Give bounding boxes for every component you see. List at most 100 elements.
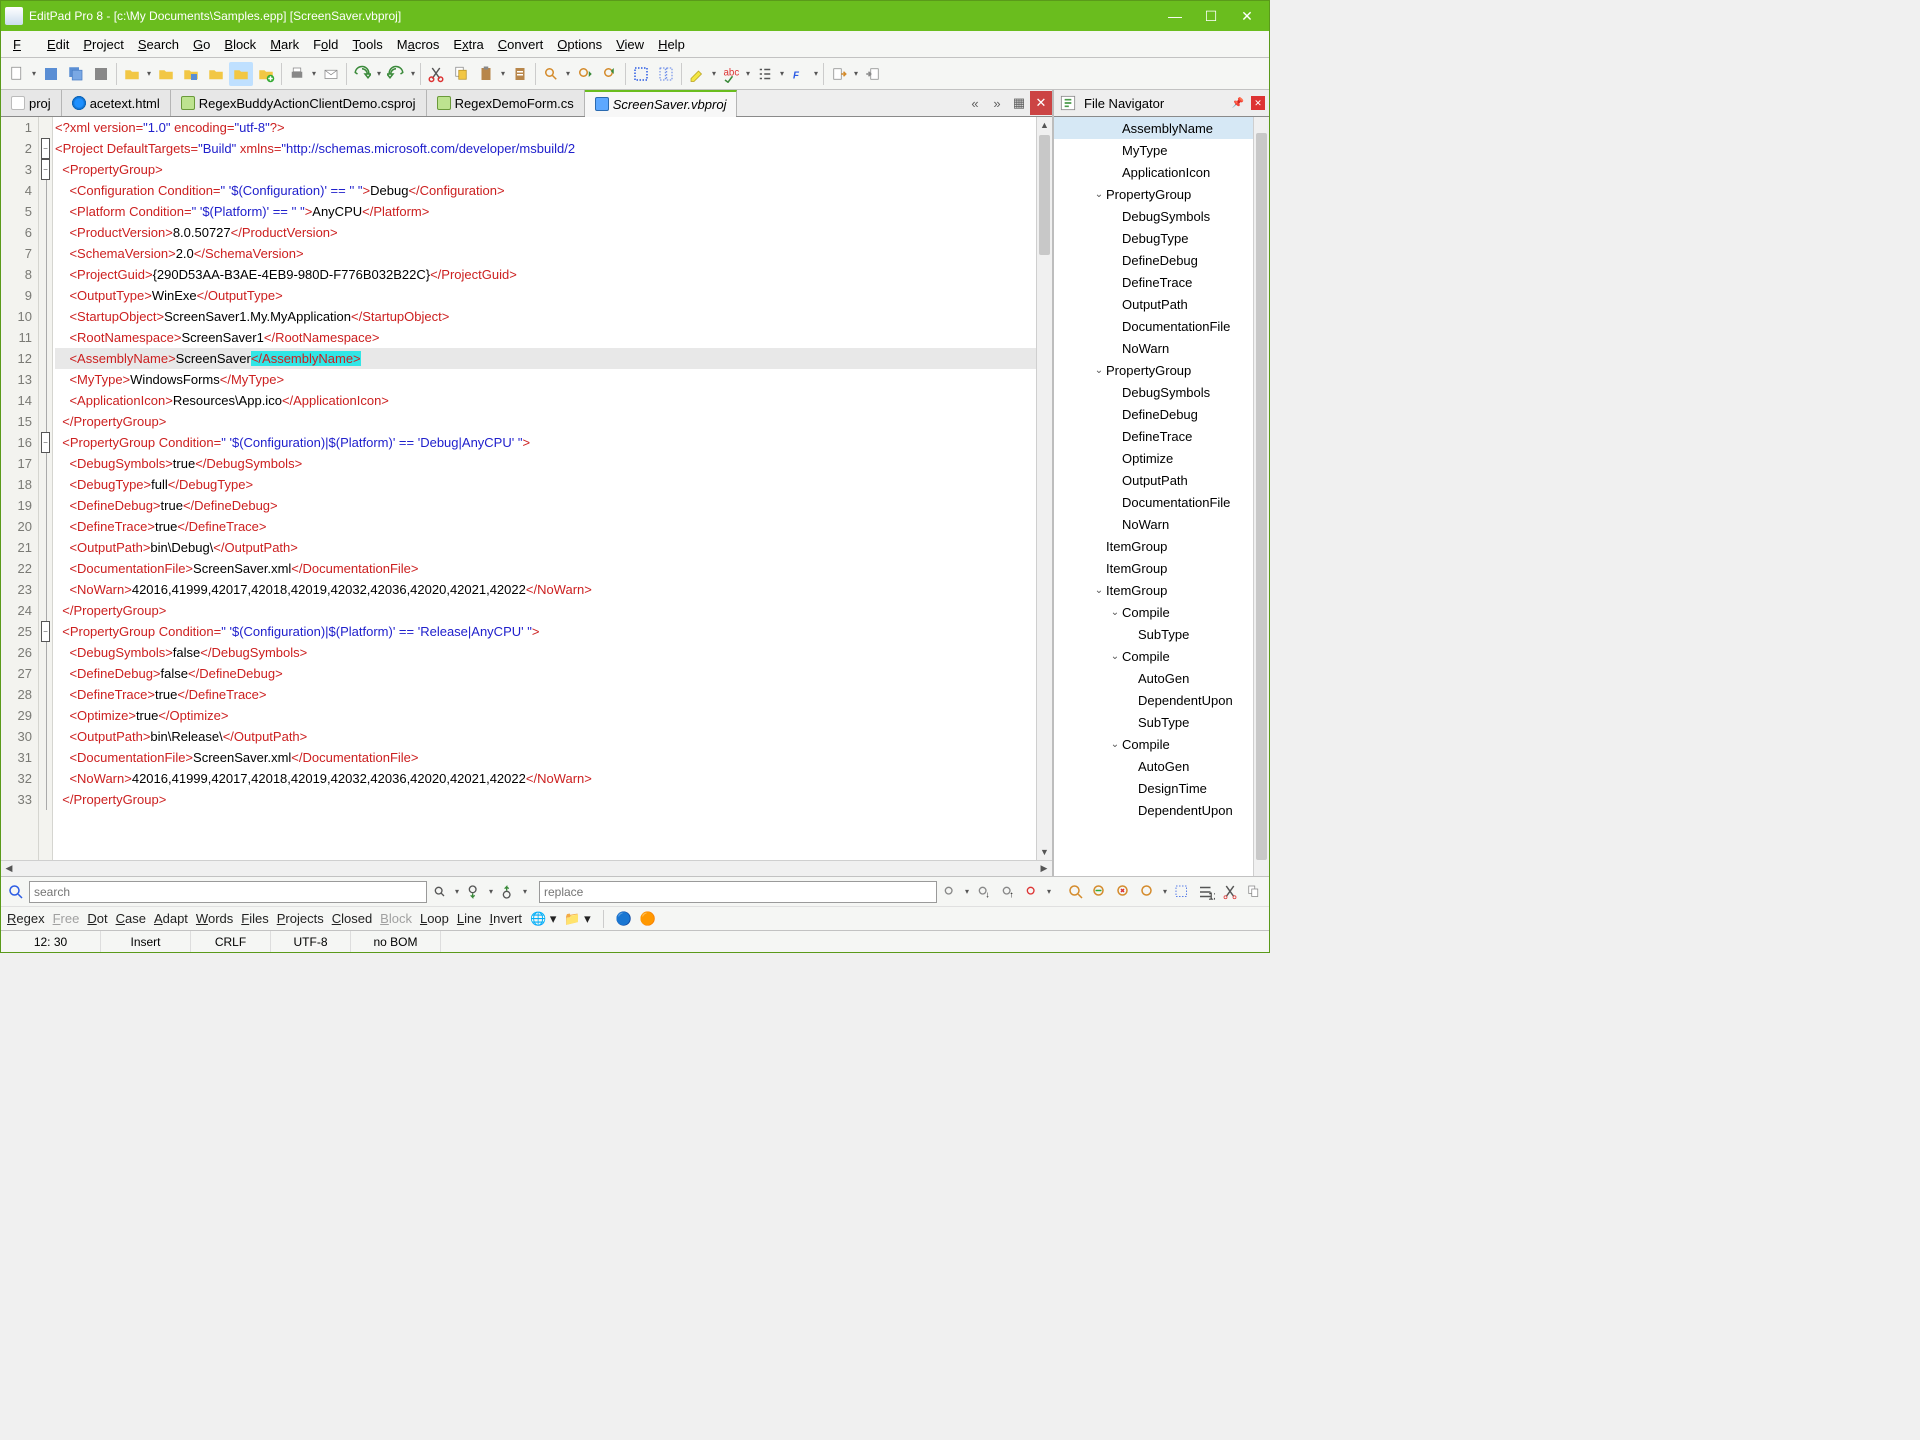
search-folder-icon[interactable]: 📁 ▾ <box>564 911 590 927</box>
status-line-ending[interactable]: CRLF <box>191 931 271 952</box>
replace-input[interactable] <box>539 881 937 903</box>
option-free[interactable]: Free <box>53 911 80 926</box>
tab-scroll-left-icon[interactable]: « <box>964 91 986 115</box>
dropdown-icon[interactable]: ▾ <box>145 69 153 78</box>
replace-all-icon[interactable] <box>1021 881 1043 903</box>
dropdown-icon[interactable]: ▾ <box>812 69 820 78</box>
tree-item[interactable]: ⌄Compile <box>1054 645 1253 667</box>
font-icon[interactable]: F <box>787 62 811 86</box>
folder-icon[interactable] <box>154 62 178 86</box>
regex-helper-icon[interactable]: 🔵 <box>616 911 632 927</box>
regex-debug-icon[interactable]: 🟠 <box>640 911 656 927</box>
tree-item[interactable]: ItemGroup <box>1054 535 1253 557</box>
dropdown-icon[interactable]: ▾ <box>564 69 572 78</box>
folder-add-icon[interactable] <box>254 62 278 86</box>
folder-highlight-icon[interactable] <box>229 62 253 86</box>
expand-icon[interactable]: ⌄ <box>1092 585 1106 596</box>
save-icon[interactable] <box>39 62 63 86</box>
tab-ScreenSaver-vbproj[interactable]: ScreenSaver.vbproj <box>585 90 738 116</box>
cut-icon[interactable] <box>424 62 448 86</box>
copy-icon[interactable] <box>449 62 473 86</box>
dropdown-icon[interactable]: ▾ <box>499 69 507 78</box>
mail-icon[interactable] <box>319 62 343 86</box>
dropdown-icon[interactable]: ▾ <box>778 69 786 78</box>
scroll-up-icon[interactable]: ▲ <box>1037 117 1052 133</box>
navigator-close-icon[interactable]: ✕ <box>1251 96 1265 110</box>
highlighter-icon[interactable] <box>685 62 709 86</box>
menu-fold[interactable]: Fold <box>307 35 344 54</box>
option-case[interactable]: Case <box>116 911 146 926</box>
tab-scroll-right-icon[interactable]: » <box>986 91 1008 115</box>
menu-convert[interactable]: Convert <box>492 35 550 54</box>
tab-RegexDemoForm-cs[interactable]: RegexDemoForm.cs <box>427 90 585 116</box>
dropdown-icon[interactable]: ▾ <box>710 69 718 78</box>
tab-proj[interactable]: proj <box>1 90 62 116</box>
dropdown-icon[interactable]: ▾ <box>852 69 860 78</box>
tree-item[interactable]: DefineTrace <box>1054 271 1253 293</box>
tree-item[interactable]: DependentUpon <box>1054 799 1253 821</box>
menu-options[interactable]: Options <box>551 35 608 54</box>
dropdown-icon[interactable]: ▾ <box>744 69 752 78</box>
option-files[interactable]: Files <box>241 911 268 926</box>
menu-extra[interactable]: Extra <box>447 35 489 54</box>
tree-item[interactable]: MyType <box>1054 139 1253 161</box>
search-locale-icon[interactable]: 🌐 ▾ <box>530 911 556 927</box>
scroll-right-icon[interactable]: ▶ <box>1036 861 1052 876</box>
navigator-pin-icon[interactable]: 📌 <box>1231 96 1245 110</box>
tree-item[interactable]: ⌄ItemGroup <box>1054 579 1253 601</box>
menu-view[interactable]: View <box>610 35 650 54</box>
tree-item[interactable]: ⌄PropertyGroup <box>1054 183 1253 205</box>
tree-item[interactable]: DependentUpon <box>1054 689 1253 711</box>
tree-item[interactable]: AutoGen <box>1054 755 1253 777</box>
find-down-icon[interactable] <box>463 881 485 903</box>
tree-item[interactable]: ItemGroup <box>1054 557 1253 579</box>
save-all-icon[interactable] <box>64 62 88 86</box>
replace-next-icon[interactable]: ↓ <box>973 881 995 903</box>
tree-item[interactable]: OutputPath <box>1054 469 1253 491</box>
tree-item[interactable]: ⌄Compile <box>1054 601 1253 623</box>
clipboard-list-icon[interactable] <box>508 62 532 86</box>
find-icon[interactable] <box>539 62 563 86</box>
scroll-thumb[interactable] <box>1256 133 1267 860</box>
editor-hscroll[interactable]: ◀ ▶ <box>1 860 1052 876</box>
option-regex[interactable]: Regex <box>7 911 45 926</box>
tree-item[interactable]: DebugType <box>1054 227 1253 249</box>
find-next-icon[interactable] <box>573 62 597 86</box>
select-rect-icon[interactable] <box>629 62 653 86</box>
menu-go[interactable]: Go <box>187 35 216 54</box>
tree-item[interactable]: AssemblyName <box>1054 117 1253 139</box>
find-dropdown-icon[interactable] <box>429 881 451 903</box>
option-words[interactable]: Words <box>196 911 233 926</box>
dropdown-icon[interactable]: ▾ <box>30 69 38 78</box>
copy-matches-icon[interactable] <box>1243 881 1265 903</box>
line-numbers-icon[interactable] <box>753 62 777 86</box>
option-invert[interactable]: Invert <box>490 911 523 926</box>
status-bom[interactable]: no BOM <box>351 931 441 952</box>
expand-icon[interactable]: ⌄ <box>1092 365 1106 376</box>
option-line[interactable]: Line <box>457 911 482 926</box>
option-loop[interactable]: Loop <box>420 911 449 926</box>
select-cols-icon[interactable] <box>654 62 678 86</box>
tree-item[interactable]: DefineTrace <box>1054 425 1253 447</box>
status-encoding[interactable]: UTF-8 <box>271 931 351 952</box>
expand-icon[interactable]: ⌄ <box>1108 607 1122 618</box>
tree-item[interactable]: DebugSymbols <box>1054 381 1253 403</box>
scroll-down-icon[interactable]: ▼ <box>1037 844 1052 860</box>
redo-icon[interactable] <box>384 62 408 86</box>
tree-item[interactable]: AutoGen <box>1054 667 1253 689</box>
tree-item[interactable]: SubType <box>1054 711 1253 733</box>
replace-prev-icon[interactable]: ↑ <box>997 881 1019 903</box>
tree-item[interactable]: DocumentationFile <box>1054 491 1253 513</box>
tree-item[interactable]: DesignTime <box>1054 777 1253 799</box>
highlight-all-icon[interactable] <box>1065 881 1087 903</box>
expand-icon[interactable]: ⌄ <box>1108 739 1122 750</box>
tab-RegexBuddyActionClientDemo-csproj[interactable]: RegexBuddyActionClientDemo.csproj <box>171 90 427 116</box>
menu-macros[interactable]: Macros <box>391 35 446 54</box>
option-projects[interactable]: Projects <box>277 911 324 926</box>
cut-matches-icon[interactable] <box>1219 881 1241 903</box>
option-closed[interactable]: Closed <box>332 911 372 926</box>
bookmark-matches-icon[interactable] <box>1137 881 1159 903</box>
tree-item[interactable]: ⌄PropertyGroup <box>1054 359 1253 381</box>
menu-edit[interactable]: Edit <box>41 35 75 54</box>
scroll-thumb[interactable] <box>1039 135 1050 255</box>
